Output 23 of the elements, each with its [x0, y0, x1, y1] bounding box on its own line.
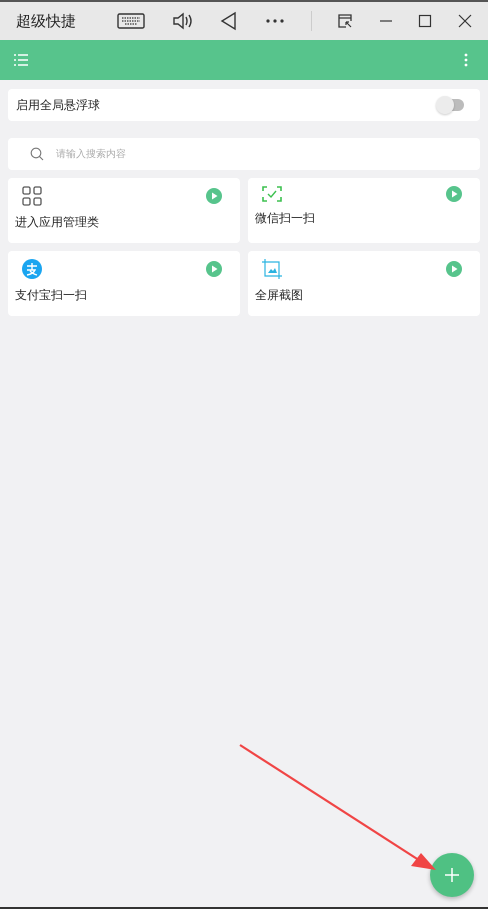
- speaker-icon[interactable]: [172, 11, 194, 31]
- shortcut-card[interactable]: 支付宝扫一扫: [8, 251, 240, 316]
- grid-icon: [22, 186, 42, 206]
- keyboard-icon[interactable]: [116, 11, 146, 31]
- shortcut-label: 支付宝扫一扫: [15, 287, 88, 304]
- shortcut-card[interactable]: 进入应用管理类: [8, 178, 240, 243]
- shortcut-label: 微信扫一扫: [255, 210, 316, 227]
- plus-icon: [444, 867, 460, 883]
- shortcut-label: 进入应用管理类: [15, 214, 100, 231]
- more-icon[interactable]: [264, 18, 285, 24]
- payment-icon: [22, 259, 42, 279]
- shortcut-card[interactable]: 全屏截图: [248, 251, 480, 316]
- shortcut-card[interactable]: 微信扫一扫: [248, 178, 480, 243]
- setting-label: 启用全局悬浮球: [16, 96, 100, 114]
- window-title: 超级快捷: [16, 12, 77, 30]
- toggle-switch[interactable]: [438, 99, 464, 111]
- shortcut-label: 全屏截图: [255, 287, 304, 304]
- close-icon[interactable]: [458, 14, 472, 28]
- screenshot-icon: [262, 259, 282, 279]
- scan-check-icon: [262, 186, 282, 202]
- window-mode-icon[interactable]: [337, 13, 354, 29]
- search-field[interactable]: 请输入搜索内容: [8, 138, 480, 170]
- maximize-icon[interactable]: [418, 14, 432, 28]
